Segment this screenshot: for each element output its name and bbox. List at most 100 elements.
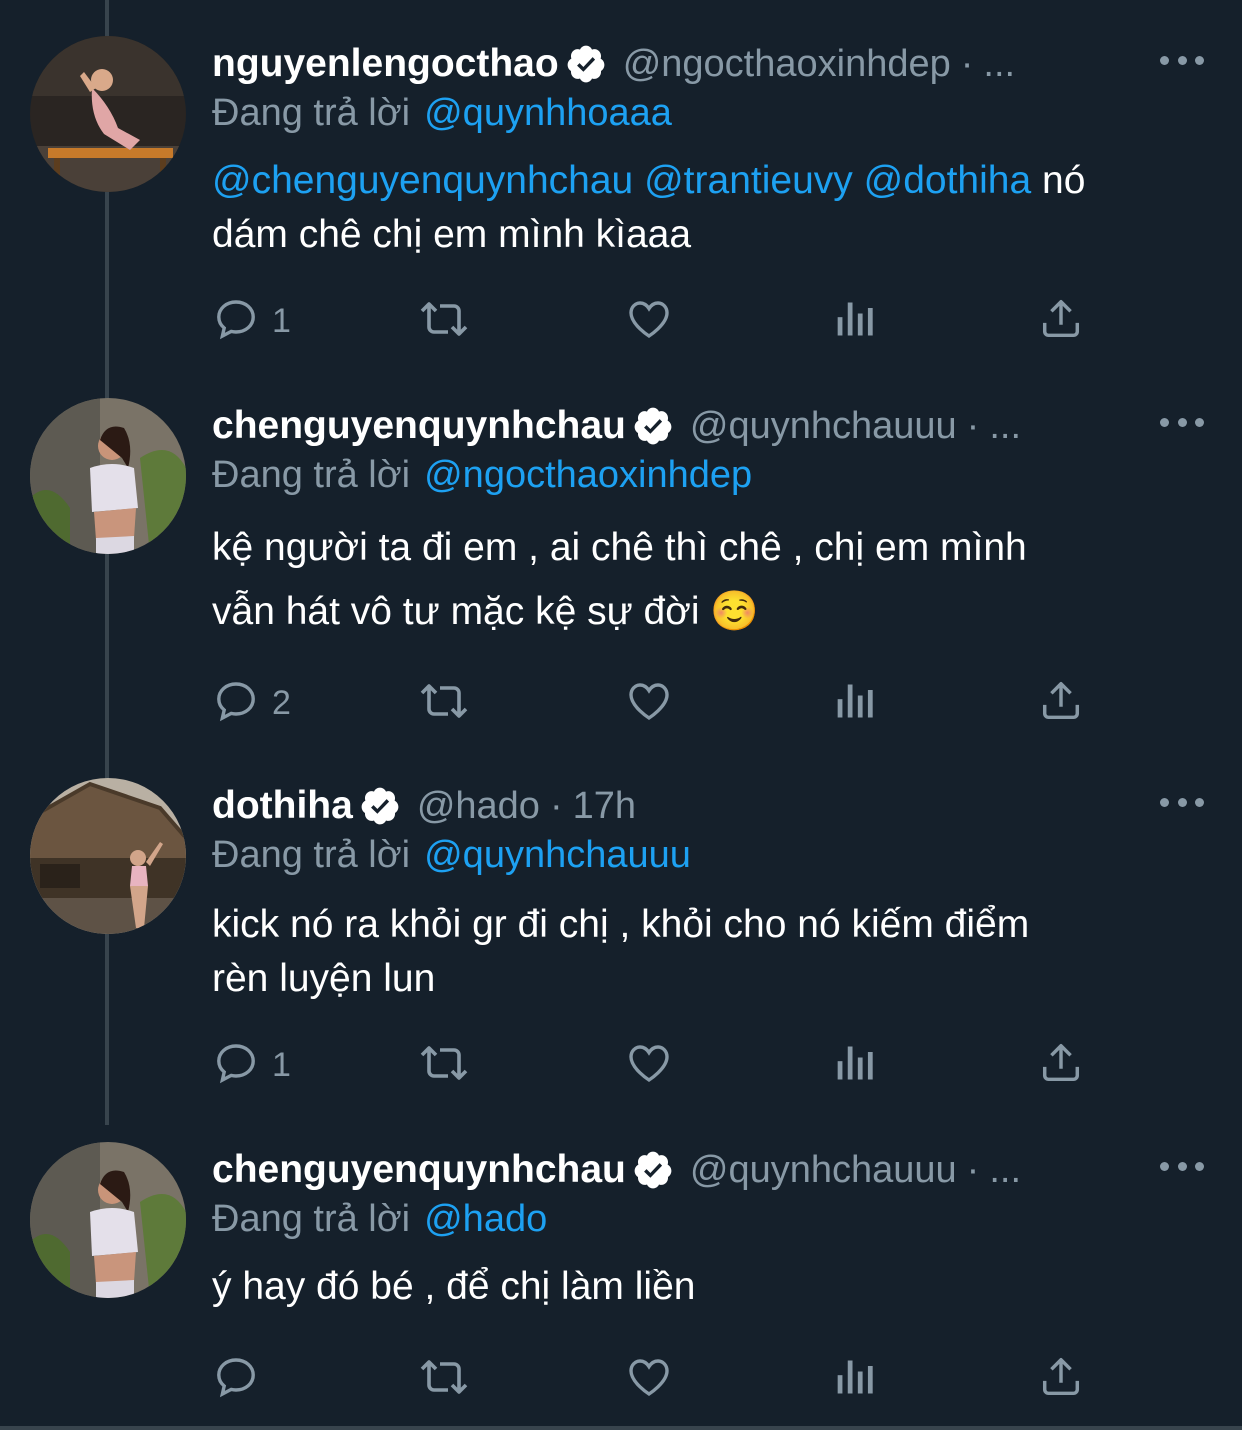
retweet-button[interactable] bbox=[416, 1040, 472, 1090]
tweet[interactable]: chenguyenquynhchau @quynhchauuu · ... Đa… bbox=[0, 398, 1242, 738]
verified-badge-icon bbox=[565, 43, 607, 85]
analytics-button[interactable] bbox=[834, 1040, 878, 1090]
separator-dot: · bbox=[966, 1148, 980, 1191]
tweet-text-line: ý hay đó bé , để chị làm liền bbox=[212, 1265, 696, 1308]
tweet-header: chenguyenquynhchau @quynhchauuu · ... bbox=[212, 398, 1112, 454]
handle[interactable]: @ngocthaoxinhdep bbox=[623, 43, 951, 86]
replying-to: Đang trả lời @hado bbox=[212, 1198, 547, 1241]
tweet-text-line: vẫn hát vô tư mặc kệ sự đời ☺️ bbox=[212, 590, 759, 633]
reply-icon bbox=[212, 295, 260, 348]
share-button[interactable] bbox=[1038, 678, 1084, 728]
tweet[interactable]: nguyenlengocthao @ngocthaoxinhdep · ... … bbox=[0, 36, 1242, 366]
tweet-text: kệ người ta đi em , ai chê thì chê , chị… bbox=[212, 516, 1212, 644]
retweet-button[interactable] bbox=[416, 678, 472, 728]
reply-button[interactable] bbox=[212, 1354, 272, 1404]
verified-badge-icon bbox=[359, 785, 401, 827]
more-options-icon[interactable] bbox=[1160, 792, 1204, 812]
display-name[interactable]: chenguyenquynhchau bbox=[212, 1148, 626, 1192]
retweet-icon bbox=[416, 1353, 472, 1406]
tweet-text-line: dám chê chị em mình kìaaa bbox=[212, 213, 692, 256]
reply-icon bbox=[212, 677, 260, 730]
reply-prefix: Đang trả lời bbox=[212, 92, 411, 134]
tweet-text: kick nó ra khỏi gr đi chị , khỏi cho nó … bbox=[212, 898, 1212, 1006]
timestamp-truncated[interactable]: ... bbox=[989, 405, 1021, 448]
analytics-icon bbox=[834, 1041, 878, 1090]
more-options-icon[interactable] bbox=[1160, 50, 1204, 70]
reply-prefix: Đang trả lời bbox=[212, 454, 411, 496]
timestamp[interactable]: 17h bbox=[573, 785, 636, 828]
reply-button[interactable]: 2 bbox=[212, 678, 291, 728]
analytics-icon bbox=[834, 679, 878, 728]
retweet-button[interactable] bbox=[416, 1354, 472, 1404]
display-name[interactable]: chenguyenquynhchau bbox=[212, 404, 626, 448]
reply-button[interactable]: 1 bbox=[212, 1040, 291, 1090]
mention-link[interactable]: @chenguyenquynhchau bbox=[212, 159, 633, 202]
share-button[interactable] bbox=[1038, 1040, 1084, 1090]
share-icon bbox=[1038, 296, 1084, 347]
tweet-header: nguyenlengocthao @ngocthaoxinhdep · ... bbox=[212, 36, 1112, 92]
display-name[interactable]: dothiha bbox=[212, 784, 353, 828]
reply-button[interactable]: 1 bbox=[212, 296, 291, 346]
analytics-button[interactable] bbox=[834, 678, 878, 728]
tweet-text-line: kick nó ra khỏi gr đi chị , khỏi cho nó … bbox=[212, 903, 1030, 946]
separator-dot: · bbox=[960, 42, 974, 85]
handle[interactable]: @quynhchauuu bbox=[690, 405, 957, 448]
like-button[interactable] bbox=[624, 296, 674, 346]
analytics-button[interactable] bbox=[834, 1354, 878, 1404]
share-button[interactable] bbox=[1038, 296, 1084, 346]
mention-link[interactable]: @dothiha bbox=[864, 159, 1032, 202]
reply-to-handle[interactable]: @hado bbox=[424, 1198, 547, 1240]
share-icon bbox=[1038, 1354, 1084, 1405]
reply-to-handle[interactable]: @quynhchauuu bbox=[424, 834, 691, 876]
action-bar: 1 bbox=[212, 1040, 1112, 1090]
reply-prefix: Đang trả lời bbox=[212, 1198, 411, 1240]
tweet-text-line: rèn luyện lun bbox=[212, 957, 436, 1000]
more-options-icon[interactable] bbox=[1160, 412, 1204, 432]
timestamp-truncated[interactable]: ... bbox=[983, 43, 1015, 86]
tweet-header: chenguyenquynhchau @quynhchauuu · ... bbox=[212, 1142, 1112, 1198]
display-name[interactable]: nguyenlengocthao bbox=[212, 42, 559, 86]
retweet-icon bbox=[416, 295, 472, 348]
analytics-icon bbox=[834, 297, 878, 346]
avatar[interactable] bbox=[30, 778, 186, 934]
handle[interactable]: @hado bbox=[417, 785, 540, 828]
retweet-button[interactable] bbox=[416, 296, 472, 346]
action-bar: 2 bbox=[212, 678, 1112, 728]
reply-icon bbox=[212, 1353, 260, 1406]
avatar[interactable] bbox=[30, 36, 186, 192]
like-button[interactable] bbox=[624, 678, 674, 728]
tweet-text: ý hay đó bé , để chị làm liền bbox=[212, 1260, 1212, 1314]
action-bar bbox=[212, 1354, 1112, 1404]
reply-count: 1 bbox=[272, 1045, 291, 1084]
heart-icon bbox=[624, 677, 674, 730]
share-button[interactable] bbox=[1038, 1354, 1084, 1404]
like-button[interactable] bbox=[624, 1354, 674, 1404]
tweet[interactable]: chenguyenquynhchau @quynhchauuu · ... Đa… bbox=[0, 1142, 1242, 1412]
mention-link[interactable]: @trantieuvy bbox=[644, 159, 853, 202]
avatar[interactable] bbox=[30, 398, 186, 554]
analytics-button[interactable] bbox=[834, 296, 878, 346]
retweet-icon bbox=[416, 1039, 472, 1092]
handle[interactable]: @quynhchauuu bbox=[690, 1149, 957, 1192]
replying-to: Đang trả lời @quynhhoaaa bbox=[212, 92, 672, 135]
avatar[interactable] bbox=[30, 1142, 186, 1298]
tweet-header: dothiha @hado · 17h bbox=[212, 778, 1112, 834]
replying-to: Đang trả lời @quynhchauuu bbox=[212, 834, 691, 877]
action-bar: 1 bbox=[212, 296, 1112, 346]
replying-to: Đang trả lời @ngocthaoxinhdep bbox=[212, 454, 752, 497]
tweet-text-fragment: nó bbox=[1042, 159, 1086, 202]
reply-to-handle[interactable]: @ngocthaoxinhdep bbox=[424, 454, 752, 496]
share-icon bbox=[1038, 1040, 1084, 1091]
reply-to-handle[interactable]: @quynhhoaaa bbox=[424, 92, 672, 134]
timestamp-truncated[interactable]: ... bbox=[989, 1149, 1021, 1192]
bottom-divider bbox=[0, 1426, 1242, 1430]
heart-icon bbox=[624, 1353, 674, 1406]
verified-badge-icon bbox=[632, 405, 674, 447]
separator-dot: · bbox=[549, 784, 563, 827]
reply-count: 1 bbox=[272, 301, 291, 340]
like-button[interactable] bbox=[624, 1040, 674, 1090]
heart-icon bbox=[624, 295, 674, 348]
tweet[interactable]: dothiha @hado · 17h Đang trả lời @quynhch… bbox=[0, 778, 1242, 1098]
tweet-text: @chenguyenquynhchau @trantieuvy @dothiha… bbox=[212, 154, 1212, 262]
more-options-icon[interactable] bbox=[1160, 1156, 1204, 1176]
